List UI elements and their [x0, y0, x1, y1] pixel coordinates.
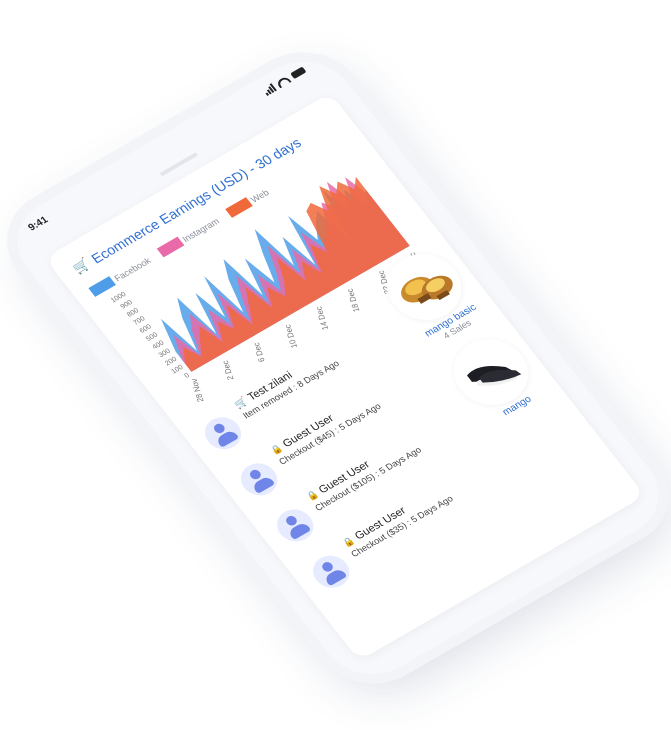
status-icons: [262, 66, 307, 96]
cart-icon: 🛒: [69, 256, 94, 277]
legend-label: Web: [248, 187, 271, 205]
x-tick-label: 10 Dec: [283, 324, 299, 349]
x-tick-label: 14 Dec: [314, 306, 330, 331]
signal-icon: [262, 83, 277, 96]
phone-mockup: 9:41 🛒 Ecommerce Earnings (USD) - 30 day…: [0, 0, 671, 730]
x-tick-label: 28 Nov: [189, 378, 205, 403]
x-tick-label: 6 Dec: [252, 342, 267, 363]
battery-icon: [290, 66, 307, 80]
status-time: 9:41: [26, 214, 51, 234]
avatar: [233, 457, 285, 502]
x-tick-label: 2 Dec: [220, 360, 235, 381]
avatar: [305, 549, 357, 594]
avatar: [197, 411, 249, 456]
wifi-icon: [275, 75, 292, 88]
y-tick-label: 0: [183, 372, 191, 380]
avatar: [269, 503, 321, 548]
phone-frame: 9:41 🛒 Ecommerce Earnings (USD) - 30 day…: [0, 44, 671, 692]
product-card[interactable]: mango: [436, 325, 553, 429]
x-tick-label: 18 Dec: [345, 288, 361, 313]
